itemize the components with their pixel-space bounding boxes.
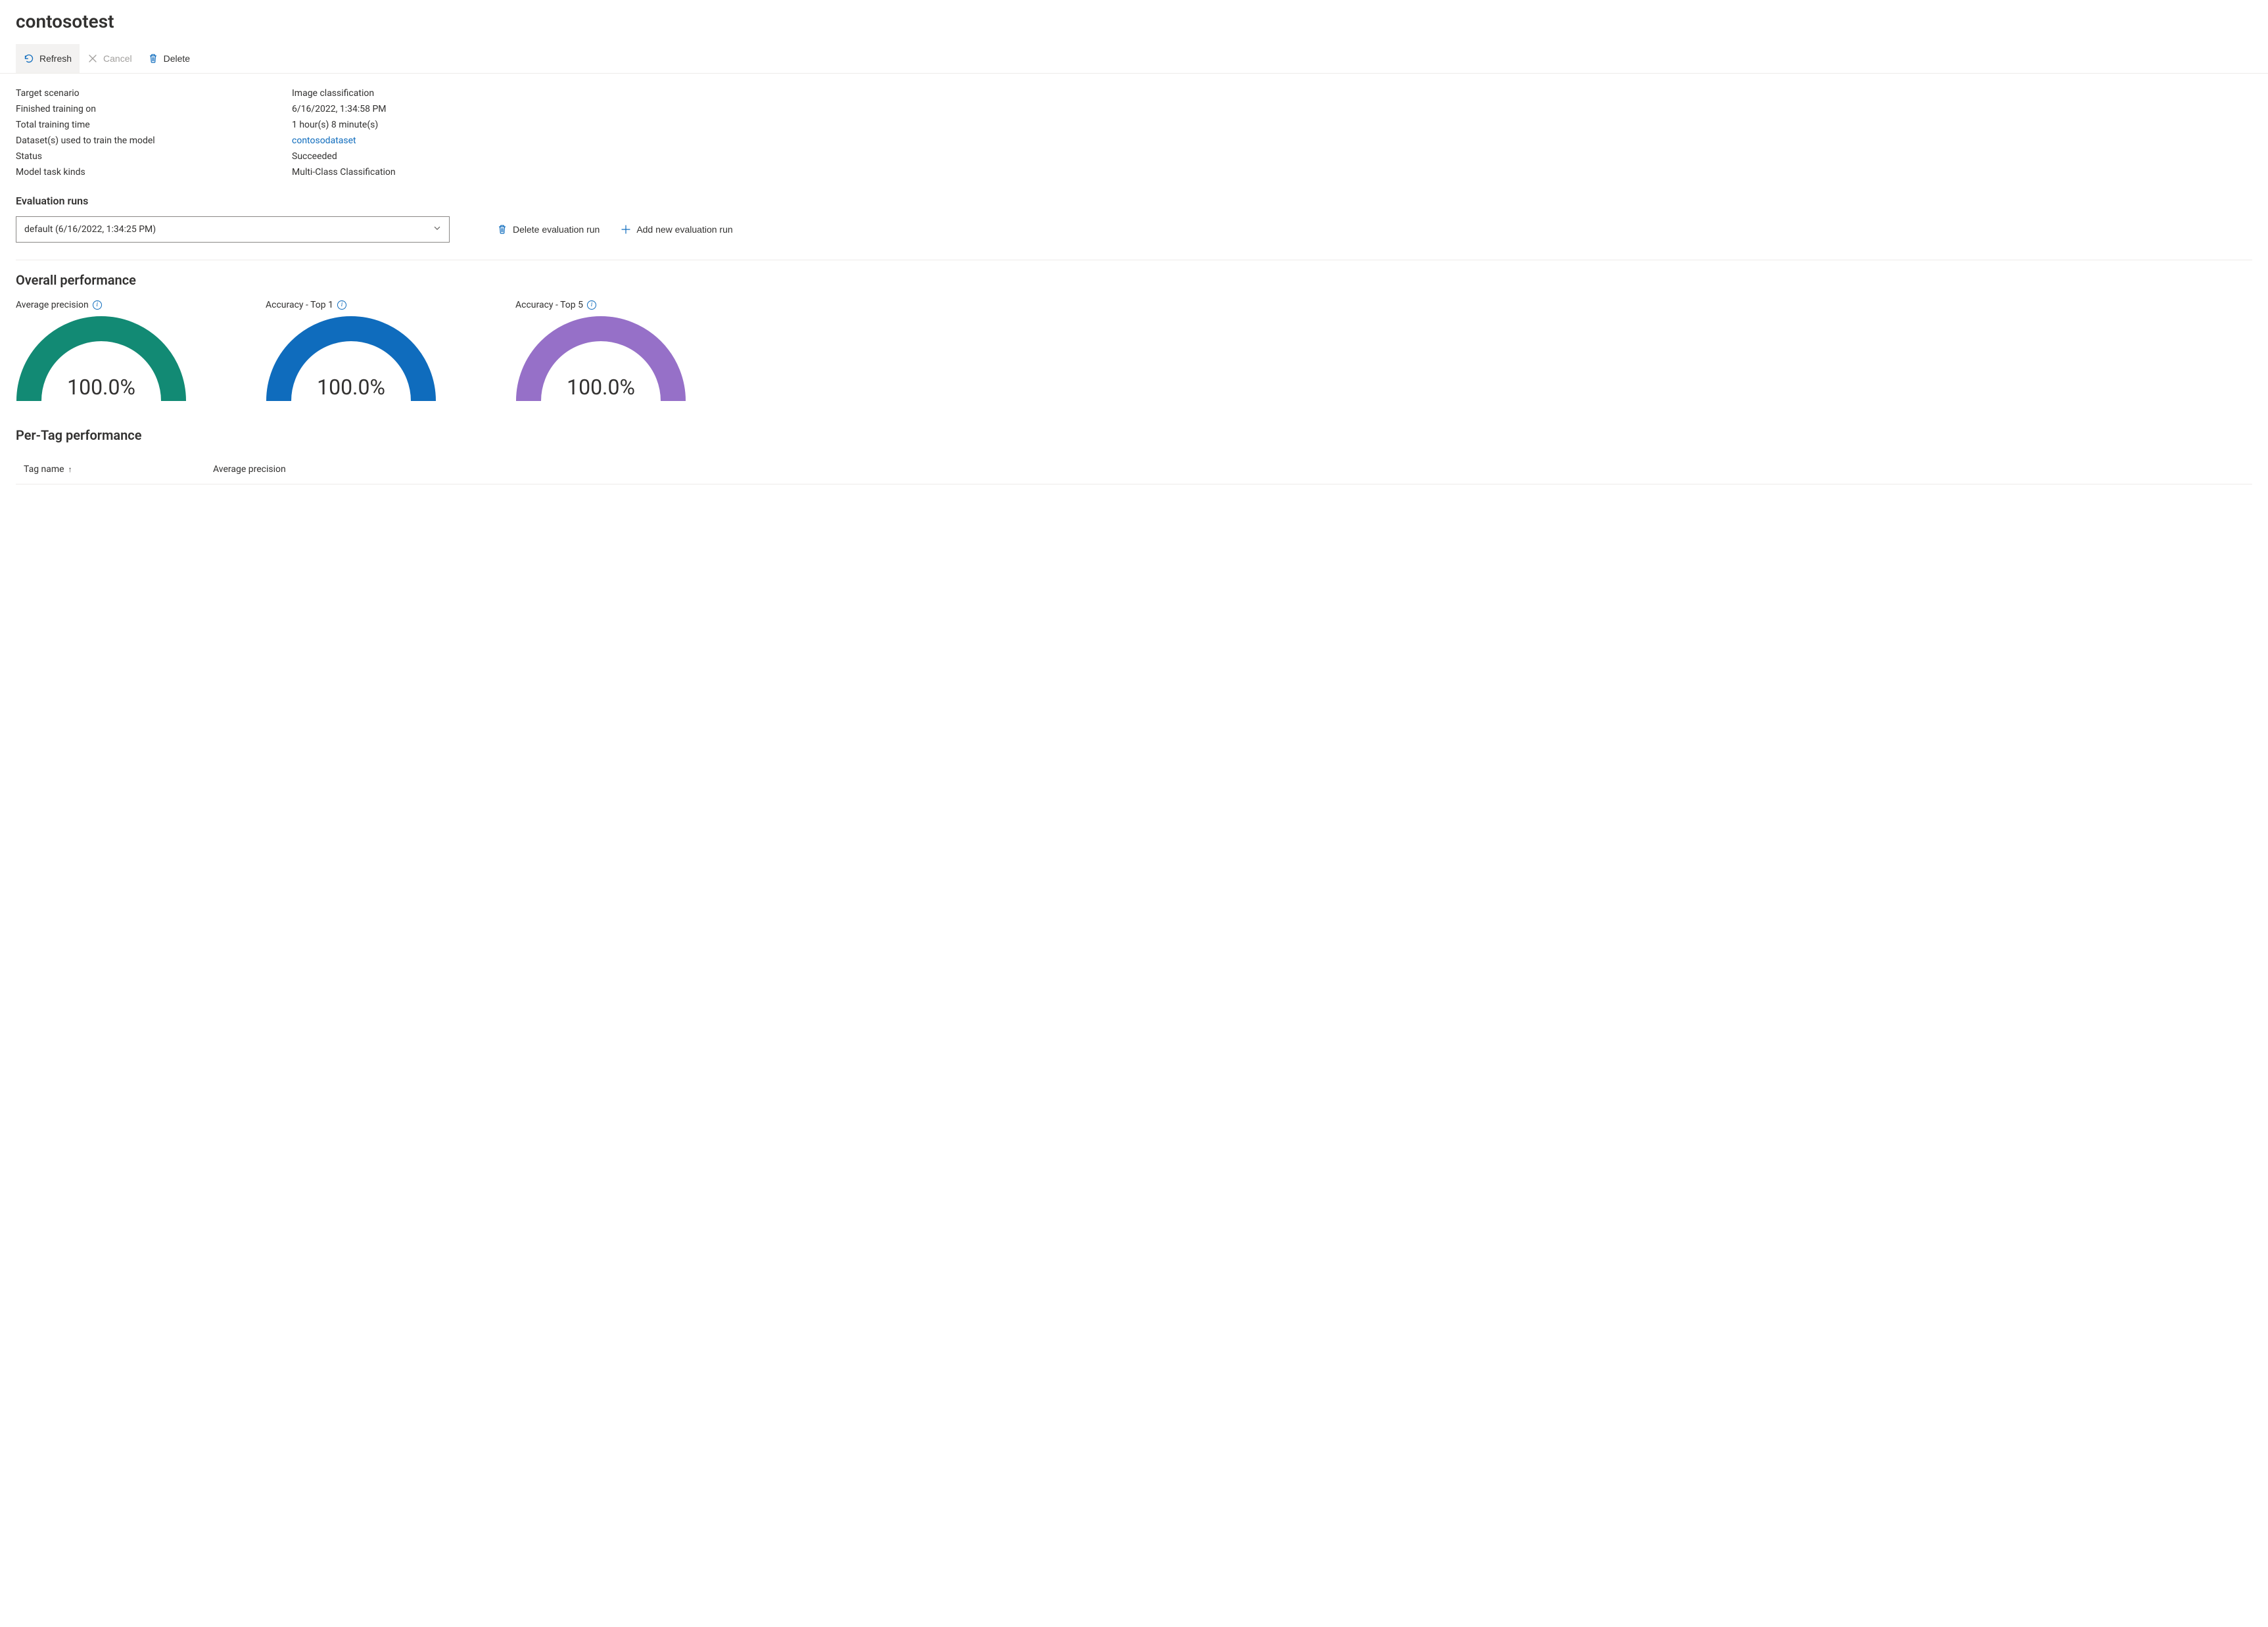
label-datasets-used: Dataset(s) used to train the model [16, 135, 292, 146]
value-status: Succeeded [292, 151, 2252, 162]
cancel-label: Cancel [103, 53, 132, 64]
per-tag-table-header: Tag name ↑ Average precision [16, 455, 2252, 484]
info-icon[interactable]: i [587, 300, 596, 310]
label-total-training-time: Total training time [16, 120, 292, 130]
label-finished-training: Finished training on [16, 104, 292, 114]
gauge-label-text: Average precision [16, 300, 89, 310]
cancel-button: Cancel [80, 44, 140, 73]
evaluation-run-select[interactable]: default (6/16/2022, 1:34:25 PM) [16, 216, 450, 243]
delete-evaluation-run-button[interactable]: Delete evaluation run [494, 220, 602, 239]
column-header-label: Tag name [24, 464, 64, 475]
page-title: contosotest [16, 11, 2252, 32]
evaluation-run-selected-label: default (6/16/2022, 1:34:25 PM) [24, 224, 156, 235]
delete-evaluation-run-label: Delete evaluation run [513, 224, 600, 235]
chevron-down-icon [433, 224, 441, 235]
label-status: Status [16, 151, 292, 162]
refresh-button[interactable]: Refresh [16, 44, 80, 73]
gauge-label-text: Accuracy - Top 1 [266, 300, 333, 310]
add-evaluation-run-label: Add new evaluation run [636, 224, 732, 235]
add-evaluation-run-button[interactable]: Add new evaluation run [618, 220, 735, 239]
refresh-icon [24, 53, 34, 64]
refresh-label: Refresh [39, 53, 72, 64]
toolbar: Refresh Cancel Delete [0, 44, 2268, 74]
column-header-tag-name[interactable]: Tag name ↑ [16, 464, 213, 475]
per-tag-performance-heading: Per-Tag performance [16, 427, 2252, 443]
label-model-task-kinds: Model task kinds [16, 167, 292, 177]
gauge-value: 100.0% [266, 375, 437, 400]
delete-label: Delete [164, 53, 190, 64]
gauge-label-text: Accuracy - Top 5 [515, 300, 583, 310]
evaluation-runs-bar: default (6/16/2022, 1:34:25 PM) Delete e… [16, 216, 2252, 260]
value-datasets-used-link[interactable]: contosodataset [292, 135, 2252, 146]
column-header-label: Average precision [213, 464, 286, 475]
value-finished-training: 6/16/2022, 1:34:58 PM [292, 104, 2252, 114]
details-grid: Target scenario Image classification Fin… [16, 88, 2252, 177]
info-icon[interactable]: i [93, 300, 102, 310]
sort-ascending-icon: ↑ [68, 465, 72, 474]
gauge-accuracy-top5: Accuracy - Top 5 i 100.0% [515, 300, 693, 401]
gauge-average-precision: Average precision i 100.0% [16, 300, 193, 401]
cancel-icon [87, 53, 98, 64]
plus-icon [621, 224, 631, 235]
label-target-scenario: Target scenario [16, 88, 292, 99]
gauge-value: 100.0% [16, 375, 187, 400]
overall-performance-heading: Overall performance [16, 272, 2252, 288]
info-icon[interactable]: i [337, 300, 346, 310]
gauge-row: Average precision i 100.0% Accuracy - To… [16, 300, 2252, 401]
gauge-accuracy-top1: Accuracy - Top 1 i 100.0% [266, 300, 443, 401]
value-model-task-kinds: Multi-Class Classification [292, 167, 2252, 177]
delete-button[interactable]: Delete [140, 44, 198, 73]
value-target-scenario: Image classification [292, 88, 2252, 99]
gauge-value: 100.0% [515, 375, 686, 400]
delete-icon [497, 224, 508, 235]
delete-icon [148, 53, 158, 64]
value-total-training-time: 1 hour(s) 8 minute(s) [292, 120, 2252, 130]
column-header-average-precision[interactable]: Average precision [213, 464, 286, 475]
evaluation-runs-heading: Evaluation runs [16, 195, 2252, 207]
